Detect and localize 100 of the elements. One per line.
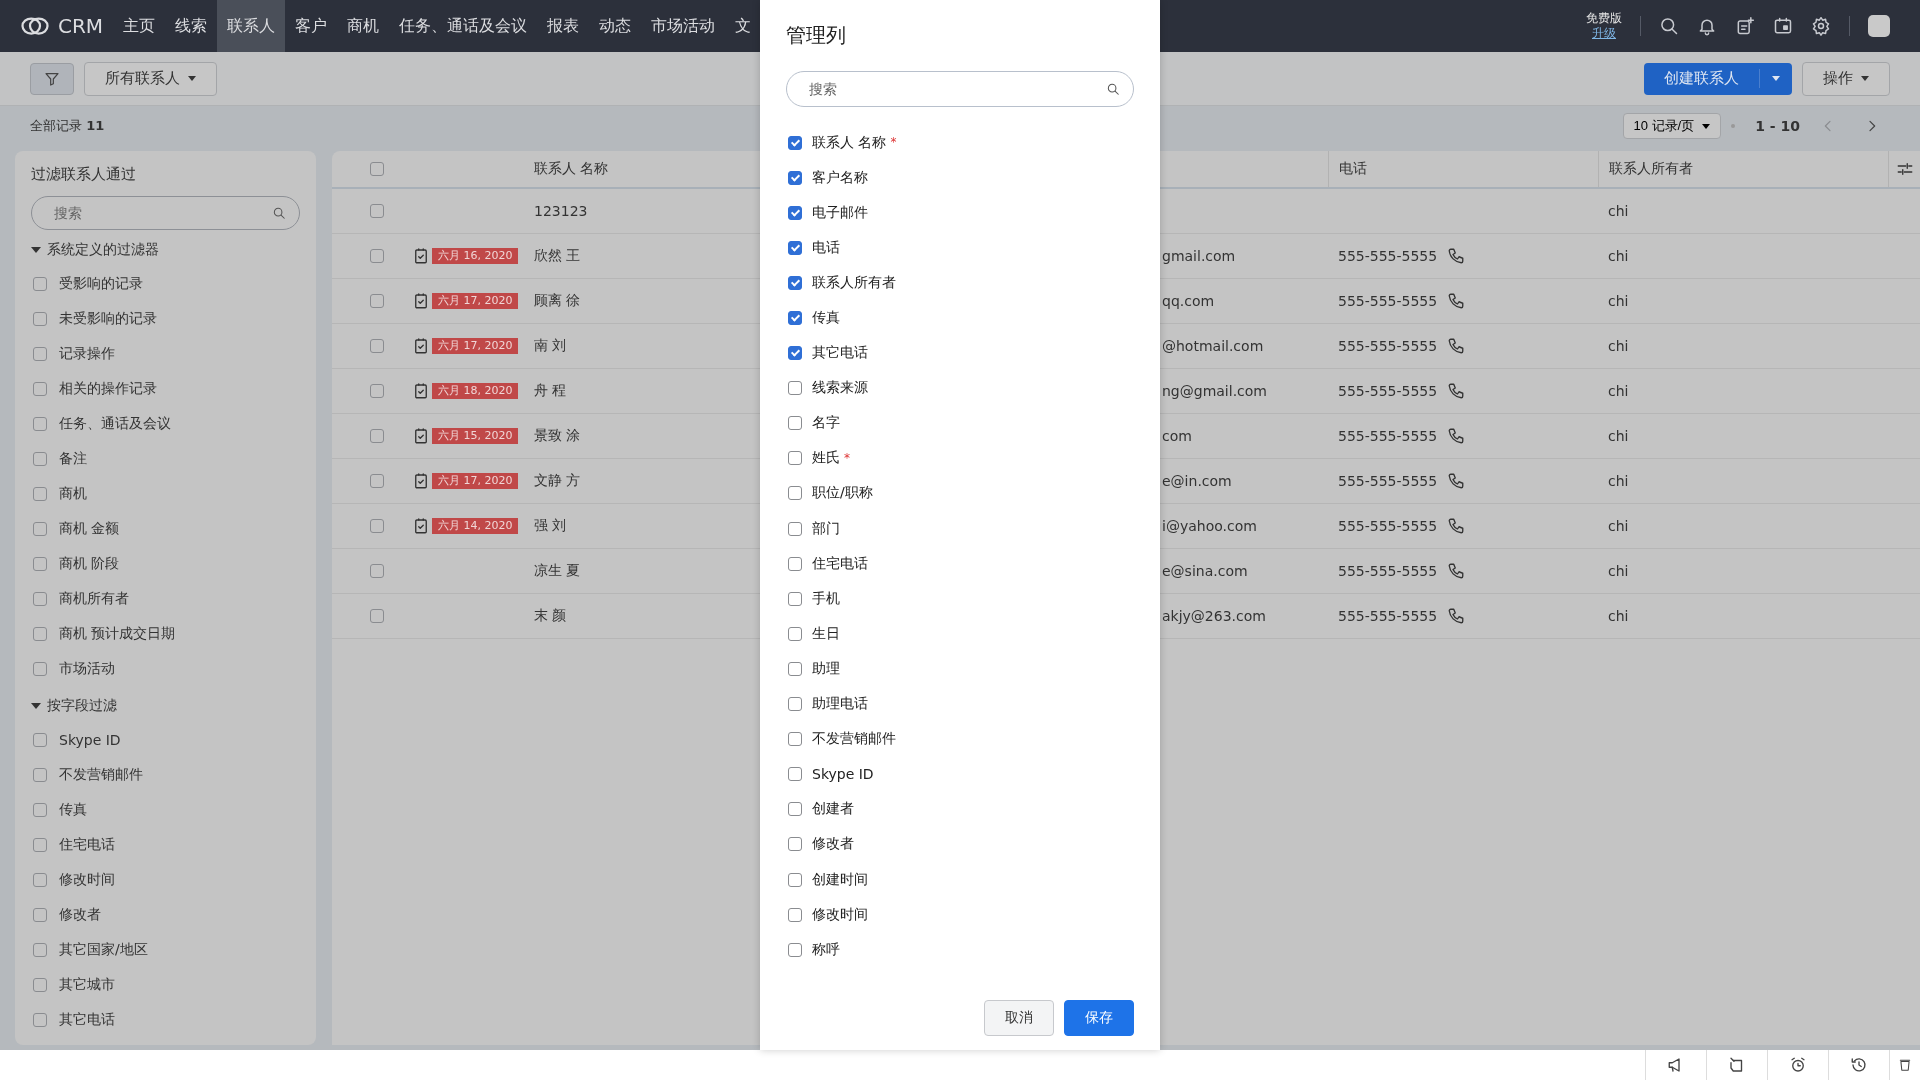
page-size-dropdown[interactable]: 10 记录/页 (1622, 113, 1722, 139)
checkbox[interactable] (33, 591, 47, 606)
checkbox[interactable] (370, 249, 384, 263)
search-icon[interactable] (1659, 16, 1679, 36)
note-add-icon[interactable] (1735, 16, 1755, 36)
avatar[interactable] (1868, 15, 1890, 37)
checkbox[interactable] (788, 556, 802, 571)
checkbox[interactable] (788, 626, 802, 641)
checkbox[interactable] (788, 416, 802, 431)
column-settings-icon[interactable] (1895, 160, 1914, 178)
settings-icon[interactable] (1811, 16, 1831, 36)
checkbox[interactable] (33, 942, 47, 957)
checkbox[interactable] (788, 381, 802, 396)
trash-icon[interactable] (1898, 1058, 1912, 1072)
checkbox[interactable] (788, 591, 802, 606)
history-icon[interactable] (1850, 1056, 1868, 1074)
checkbox[interactable] (370, 519, 384, 533)
phone-icon[interactable] (1447, 427, 1466, 445)
checkbox[interactable] (788, 486, 802, 501)
expand-triangle-icon[interactable] (31, 247, 41, 253)
phone-icon[interactable] (1447, 607, 1466, 625)
checkbox[interactable] (370, 429, 384, 443)
checkbox[interactable] (33, 767, 47, 782)
phone-icon[interactable] (1447, 517, 1466, 535)
search-icon[interactable] (272, 206, 286, 220)
column-header[interactable]: 电话 (1328, 151, 1598, 187)
checkbox[interactable] (370, 384, 384, 398)
checkbox[interactable] (33, 1012, 47, 1027)
checkbox[interactable] (33, 381, 47, 396)
checkbox[interactable] (788, 521, 802, 536)
filter-button[interactable] (30, 62, 74, 95)
checkbox[interactable] (33, 486, 47, 501)
nav-tab[interactable]: 线索 (165, 0, 218, 52)
search-icon[interactable] (1106, 82, 1120, 96)
alarm-clock-icon[interactable] (1789, 1056, 1807, 1074)
checkbox[interactable] (33, 556, 47, 571)
checkbox[interactable] (788, 205, 802, 220)
checkbox[interactable] (788, 170, 802, 185)
checkbox[interactable] (33, 276, 47, 291)
column-header[interactable]: 联系人所有者 (1598, 151, 1888, 187)
nav-tab[interactable]: 动态 (589, 0, 642, 52)
phone-icon[interactable] (1447, 562, 1466, 580)
expand-triangle-icon[interactable] (31, 703, 41, 709)
checkbox[interactable] (788, 942, 802, 957)
checkbox[interactable] (370, 339, 384, 353)
checkbox[interactable] (33, 977, 47, 992)
filter-label: 记录操作 (59, 344, 115, 363)
view-dropdown[interactable]: 所有联系人 (84, 61, 217, 96)
checkbox[interactable] (788, 451, 802, 466)
cancel-button[interactable]: 取消 (984, 1000, 1054, 1036)
checkbox[interactable] (33, 732, 47, 747)
calendar-icon[interactable] (1773, 16, 1793, 36)
checkbox[interactable] (788, 697, 802, 712)
checkbox[interactable] (33, 837, 47, 852)
checkbox[interactable] (370, 294, 384, 308)
checkbox[interactable] (33, 521, 47, 536)
nav-tab[interactable]: 任务、通话及会议 (389, 0, 538, 52)
checkbox[interactable] (33, 346, 47, 361)
checkbox[interactable] (788, 732, 802, 747)
nav-tab[interactable]: 联系人 (217, 0, 286, 52)
checkbox[interactable] (370, 609, 384, 623)
nav-tab[interactable]: 市场活动 (641, 0, 726, 52)
checkbox[interactable] (33, 311, 47, 326)
phone-icon[interactable] (1447, 382, 1466, 400)
select-all-checkbox[interactable] (370, 162, 384, 176)
checkbox[interactable] (33, 451, 47, 466)
phone-icon[interactable] (1447, 247, 1466, 265)
checkbox[interactable] (33, 661, 47, 676)
phone-icon[interactable] (1447, 337, 1466, 355)
checkbox[interactable] (33, 416, 47, 431)
search-field[interactable]: 搜索 (31, 196, 300, 230)
checkbox[interactable] (788, 346, 802, 361)
save-button[interactable]: 保存 (1064, 1000, 1134, 1036)
checkbox[interactable] (370, 564, 384, 578)
checkbox[interactable] (33, 907, 47, 922)
nav-tab[interactable]: 文 (725, 0, 762, 52)
checkbox[interactable] (788, 135, 802, 150)
checkbox[interactable] (788, 311, 802, 325)
nav-tab[interactable]: 客户 (285, 0, 338, 52)
checkbox[interactable] (788, 872, 802, 887)
checkbox[interactable] (788, 802, 802, 817)
checkbox[interactable] (788, 907, 802, 922)
phone-icon[interactable] (1447, 472, 1466, 490)
actions-dropdown[interactable]: 操作 (1802, 61, 1890, 96)
nav-tab[interactable]: 商机 (337, 0, 390, 52)
checkbox[interactable] (33, 802, 47, 817)
upgrade-link[interactable]: 升级 (1592, 26, 1616, 41)
checkbox[interactable] (370, 474, 384, 488)
checkbox[interactable] (370, 204, 384, 218)
checkbox[interactable] (788, 837, 802, 852)
phone-icon[interactable] (1447, 292, 1466, 310)
checkbox[interactable] (788, 240, 802, 255)
checkbox[interactable] (33, 626, 47, 641)
nav-tab[interactable]: 报表 (537, 0, 590, 52)
checkbox[interactable] (788, 661, 802, 676)
checkbox[interactable] (788, 767, 802, 782)
nav-tab[interactable]: 主页 (113, 0, 166, 52)
checkbox[interactable] (788, 275, 802, 290)
checkbox[interactable] (33, 872, 47, 887)
search-field[interactable]: 搜索 (786, 71, 1134, 107)
